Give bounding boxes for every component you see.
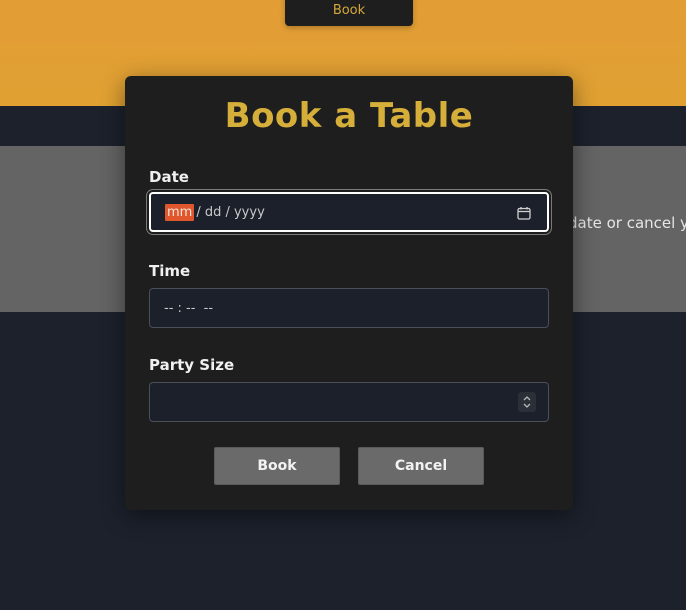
book-button[interactable]: Book (214, 447, 340, 485)
time-input[interactable]: -- : -- -- (149, 288, 549, 328)
page: Book date or cancel yo Book a Table Date… (0, 0, 686, 610)
time-label: Time (149, 262, 191, 280)
hero-book-button[interactable]: Book (285, 0, 413, 26)
party-size-label: Party Size (149, 356, 235, 374)
date-input[interactable]: mm / dd / yyyy (149, 192, 549, 232)
time-placeholder: -- : -- -- (164, 300, 214, 316)
info-band-text: date or cancel yo (568, 214, 686, 232)
spinner-icon[interactable] (518, 392, 536, 412)
modal-title: Book a Table (224, 96, 474, 136)
booking-modal: Book a Table Date mm / dd / yyyy Time --… (125, 76, 573, 510)
cancel-button[interactable]: Cancel (358, 447, 484, 485)
party-size-input[interactable] (149, 382, 549, 422)
date-month-segment[interactable]: mm (165, 203, 195, 221)
calendar-icon[interactable] (517, 206, 531, 220)
date-label: Date (149, 168, 189, 186)
date-rest-segments[interactable]: / dd / yyyy (196, 205, 264, 220)
